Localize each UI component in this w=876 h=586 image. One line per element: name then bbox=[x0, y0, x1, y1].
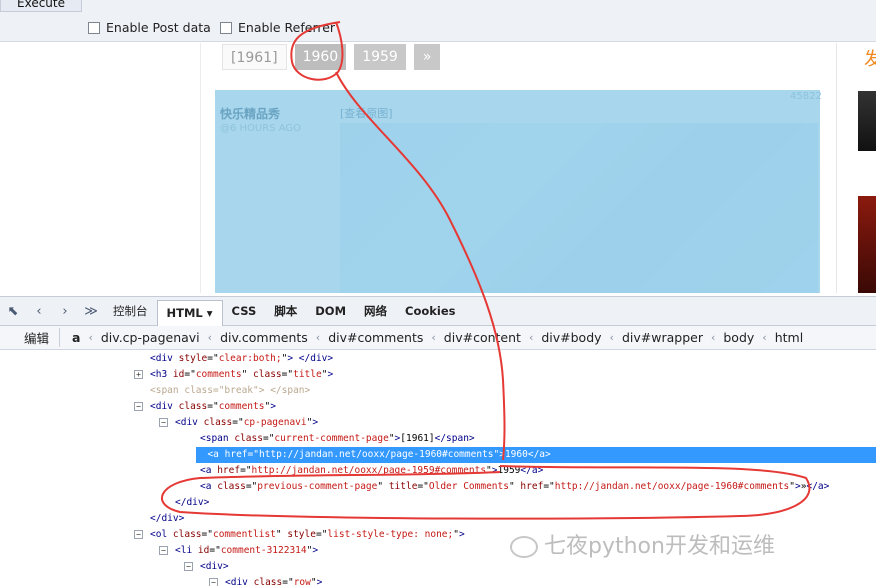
page-link-1960[interactable]: 1960 bbox=[294, 43, 347, 70]
sidebar-logo: 发 bbox=[864, 49, 876, 70]
sidebar-thumbnail[interactable] bbox=[858, 91, 876, 151]
tree-node[interactable]: <li id="comment-3122314"> bbox=[175, 543, 318, 559]
breadcrumb-item[interactable]: div#comments bbox=[326, 330, 425, 345]
watermark-text: 七夜python开发和运维 bbox=[544, 534, 775, 559]
tree-node[interactable]: <ol class="commentlist" style="list-styl… bbox=[150, 527, 465, 543]
breadcrumb-item[interactable]: a bbox=[60, 330, 82, 345]
tree-node[interactable]: <div class="comments"> bbox=[150, 399, 276, 415]
collapse-toggle-icon[interactable]: − bbox=[159, 546, 168, 555]
tab-html-label: HTML bbox=[166, 306, 203, 320]
breadcrumb: 编辑 a ‹ div.cp-pagenavi ‹ div.comments ‹ … bbox=[0, 326, 876, 350]
sidebar-thumbnail[interactable] bbox=[858, 196, 876, 293]
breadcrumb-separator-icon: ‹ bbox=[609, 331, 614, 344]
breadcrumb-separator-icon: ‹ bbox=[315, 331, 321, 344]
tab-html[interactable]: HTML ▾ bbox=[156, 300, 223, 326]
back-icon[interactable]: ‹ bbox=[26, 304, 52, 319]
breadcrumb-separator-icon: ‹ bbox=[528, 331, 534, 344]
tab-console[interactable]: 控制台 bbox=[104, 300, 157, 322]
edit-button[interactable]: 编辑 bbox=[0, 328, 61, 347]
screenshot-root: { "hackbar": { "execute_label": "Execute… bbox=[0, 0, 876, 586]
collapse-toggle-icon[interactable]: − bbox=[134, 530, 143, 539]
tree-node[interactable]: <div class="cp-pagenavi"> bbox=[175, 415, 318, 431]
tab-css[interactable]: CSS bbox=[223, 300, 266, 322]
tree-node[interactable]: <span class="break"> </span> bbox=[150, 383, 310, 399]
tree-node[interactable]: <div class="row"> bbox=[225, 575, 322, 586]
enable-referrer-checkbox[interactable]: Enable Referrer bbox=[220, 20, 335, 35]
tab-script[interactable]: 脚本 bbox=[265, 300, 306, 322]
breadcrumb-item[interactable]: div#content bbox=[442, 330, 523, 345]
devtools-toolbar: ⬉ ‹ › ≫ 控制台 HTML ▾ CSS 脚本 DOM 网络 Cookies bbox=[0, 296, 876, 326]
breadcrumb-item[interactable]: html bbox=[773, 330, 805, 345]
execute-button[interactable]: Execute bbox=[0, 0, 82, 12]
tab-dom[interactable]: DOM bbox=[306, 300, 355, 322]
tree-node[interactable]: <span class="current-comment-page">[1961… bbox=[200, 431, 475, 447]
tree-node[interactable]: <a href="http://jandan.net/ooxx/page-195… bbox=[200, 463, 543, 479]
comment-pagination: [1961] 1960 1959 » bbox=[222, 43, 834, 70]
inspect-icon[interactable]: ⬉ bbox=[0, 304, 26, 319]
hackbar-toolbar: Execute Enable Post data Enable Referrer bbox=[0, 0, 876, 42]
breadcrumb-separator-icon: ‹ bbox=[431, 331, 436, 344]
post-id: 45822 bbox=[790, 91, 822, 102]
checkbox-box[interactable] bbox=[220, 21, 232, 34]
breadcrumb-item[interactable]: div#body bbox=[539, 330, 603, 345]
tree-node[interactable]: <h3 id="comments" class="title"> bbox=[150, 367, 333, 383]
collapse-toggle-icon[interactable]: − bbox=[159, 418, 168, 427]
tab-network[interactable]: 网络 bbox=[355, 300, 396, 322]
older-comments-link[interactable]: » bbox=[413, 43, 441, 70]
tab-cookies[interactable]: Cookies bbox=[396, 300, 464, 322]
command-line-icon[interactable]: ≫ bbox=[78, 304, 104, 319]
breadcrumb-separator-icon: ‹ bbox=[207, 331, 213, 344]
post-time: @6 HOURS AGO bbox=[220, 123, 302, 134]
tree-node[interactable]: <div> bbox=[200, 559, 229, 575]
forward-icon[interactable]: › bbox=[52, 304, 78, 319]
page-link-1959[interactable]: 1959 bbox=[354, 43, 406, 70]
content-right-border bbox=[836, 43, 837, 293]
dropdown-arrow-icon: ▾ bbox=[206, 306, 213, 320]
enable-referrer-label: Enable Referrer bbox=[238, 20, 336, 35]
tree-node-close[interactable]: </div> bbox=[150, 511, 184, 527]
checkbox-box[interactable] bbox=[88, 21, 100, 34]
expand-toggle-icon[interactable]: + bbox=[134, 370, 143, 379]
content-left-border bbox=[200, 43, 201, 293]
breadcrumb-separator-icon: ‹ bbox=[710, 331, 716, 344]
breadcrumb-item[interactable]: body bbox=[721, 330, 756, 345]
collapse-toggle-icon[interactable]: − bbox=[184, 562, 193, 571]
tree-node[interactable]: <a class="previous-comment-page" title="… bbox=[200, 479, 829, 495]
breadcrumb-item[interactable]: div.comments bbox=[218, 330, 310, 345]
watermark: 七夜python开发和运维 bbox=[510, 528, 775, 560]
wechat-icon bbox=[510, 536, 538, 558]
tree-node-selected[interactable]: <a href="http://jandan.net/ooxx/page-196… bbox=[196, 447, 876, 463]
breadcrumb-separator-icon: ‹ bbox=[88, 331, 93, 344]
enable-post-checkbox[interactable]: Enable Post data bbox=[88, 20, 211, 35]
collapse-toggle-icon[interactable]: − bbox=[134, 402, 143, 411]
inspector-highlight-overlay bbox=[215, 90, 820, 293]
current-page-indicator: [1961] bbox=[222, 43, 287, 70]
tree-node-close[interactable]: </div> bbox=[175, 495, 209, 511]
breadcrumb-item[interactable]: div.cp-pagenavi bbox=[99, 330, 202, 345]
collapse-toggle-icon[interactable]: − bbox=[209, 578, 218, 586]
enable-post-label: Enable Post data bbox=[106, 20, 211, 35]
execute-label: Execute bbox=[17, 0, 65, 10]
tree-node[interactable]: <div style="clear:both;"> </div> bbox=[150, 351, 333, 367]
post-author: 快乐精品秀 bbox=[220, 107, 281, 121]
breadcrumb-separator-icon: ‹ bbox=[762, 331, 767, 344]
view-original-link[interactable]: [查看原图] bbox=[340, 105, 393, 121]
breadcrumb-item[interactable]: div#wrapper bbox=[620, 330, 705, 345]
web-page-view: [1961] 1960 1959 » 快乐精品秀 @6 HOURS AGO [查… bbox=[0, 43, 876, 293]
